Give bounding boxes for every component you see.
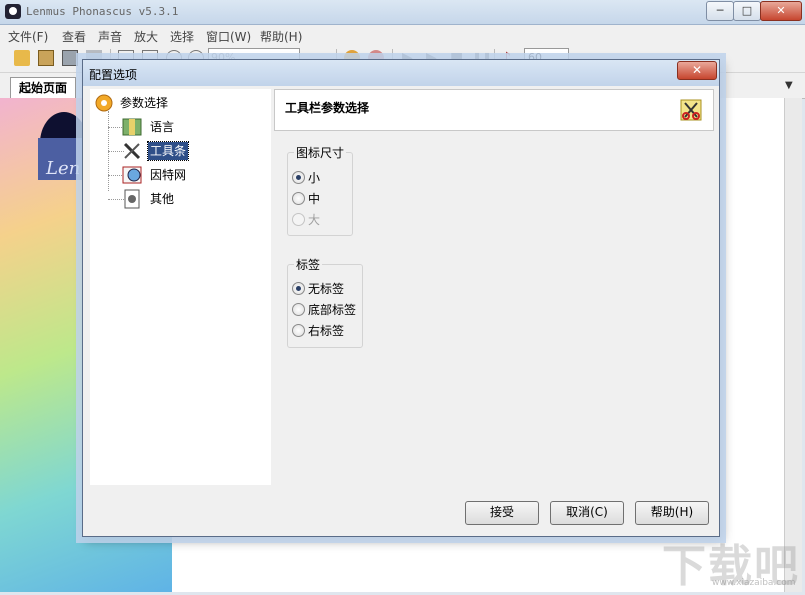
- menu-sound[interactable]: 声音: [98, 28, 122, 45]
- radio-label: 底部标签: [308, 303, 357, 317]
- icon-size-medium-radio[interactable]: 中: [292, 191, 320, 209]
- preferences-dialog: 配置选项 ✕ 参数选择 语言 工具条 因特网 其他 工具栏参数选择 图标尺寸 小…: [82, 59, 720, 537]
- radio-label: 小: [308, 171, 321, 185]
- tab-list-arrow-icon[interactable]: ▼: [785, 80, 793, 91]
- open-folder-icon[interactable]: [14, 50, 30, 66]
- title-bar: Lenmus Phonascus v5.3.1 ─ □ ✕: [0, 0, 805, 25]
- radio-indicator: [292, 303, 305, 316]
- radio-indicator: [292, 192, 305, 205]
- app-icon: [5, 4, 21, 19]
- pane-header: 工具栏参数选择: [274, 89, 714, 131]
- close-button[interactable]: ✕: [760, 1, 802, 21]
- book-icon[interactable]: [38, 50, 54, 66]
- help-button[interactable]: 帮助(H): [635, 501, 709, 525]
- internet-icon: [122, 166, 142, 184]
- radio-label: 中: [308, 192, 321, 206]
- icon-size-large-radio: 大: [292, 212, 320, 230]
- tools-icon: [123, 142, 141, 160]
- tree-item-other[interactable]: 其他: [122, 189, 262, 211]
- radio-indicator: [292, 171, 305, 184]
- radio-indicator: [292, 282, 305, 295]
- accept-button[interactable]: 接受: [465, 501, 539, 525]
- dialog-title: 配置选项: [89, 68, 138, 82]
- toolbar-settings-icon: [680, 99, 702, 121]
- category-tree: 参数选择 语言 工具条 因特网 其他: [90, 89, 271, 485]
- language-map-icon: [122, 118, 142, 136]
- label-none-radio[interactable]: 无标签: [292, 281, 344, 299]
- menu-help[interactable]: 帮助(H): [260, 28, 302, 45]
- vertical-scrollbar[interactable]: [784, 98, 802, 592]
- menu-file[interactable]: 文件(F): [8, 28, 48, 45]
- menu-bar: 文件(F) 查看 声音 放大 选择 窗口(W) 帮助(H): [0, 25, 805, 45]
- menu-view[interactable]: 查看: [62, 28, 86, 45]
- menu-window[interactable]: 窗口(W): [206, 28, 251, 45]
- window-title: Lenmus Phonascus v5.3.1: [26, 5, 179, 18]
- minimize-button[interactable]: ─: [706, 1, 734, 21]
- menu-zoom[interactable]: 放大: [134, 28, 158, 45]
- tree-label-other: 其他: [150, 192, 175, 206]
- icon-size-group: 图标尺寸 小 中 大: [287, 144, 353, 236]
- gear-icon: [95, 94, 113, 112]
- label-group-legend: 标签: [294, 256, 323, 273]
- radio-indicator: [292, 213, 305, 226]
- menu-select[interactable]: 选择: [170, 28, 194, 45]
- watermark-url: www.xiazaiba.com: [712, 578, 796, 588]
- dialog-close-button[interactable]: ✕: [677, 61, 717, 80]
- tree-item-internet[interactable]: 因特网: [122, 165, 262, 187]
- maximize-button[interactable]: □: [733, 1, 761, 21]
- tree-label-language: 语言: [150, 120, 175, 134]
- other-settings-icon: [124, 189, 140, 209]
- icon-size-legend: 图标尺寸: [294, 144, 347, 161]
- tree-label-toolbar: 工具条: [146, 141, 190, 161]
- cancel-button[interactable]: 取消(C): [550, 501, 624, 525]
- icon-size-small-radio[interactable]: 小: [292, 170, 320, 188]
- tree-item-preferences[interactable]: 参数选择: [94, 93, 264, 115]
- tree-item-language[interactable]: 语言: [122, 117, 262, 139]
- radio-label: 右标签: [308, 324, 345, 338]
- label-right-radio[interactable]: 右标签: [292, 323, 344, 341]
- dialog-title-bar: 配置选项 ✕: [83, 60, 719, 86]
- tree-label-preferences: 参数选择: [120, 96, 169, 110]
- logo-text: Len: [46, 158, 81, 179]
- radio-indicator: [292, 324, 305, 337]
- label-group: 标签 无标签 底部标签 右标签: [287, 256, 363, 348]
- pane-title: 工具栏参数选择: [285, 101, 370, 115]
- label-bottom-radio[interactable]: 底部标签: [292, 302, 356, 320]
- save-icon[interactable]: [62, 50, 78, 66]
- tree-item-toolbar[interactable]: 工具条: [122, 141, 262, 163]
- tab-start-page[interactable]: 起始页面: [10, 77, 77, 98]
- radio-label: 大: [308, 213, 321, 227]
- radio-label: 无标签: [308, 282, 345, 296]
- tree-label-internet: 因特网: [150, 168, 187, 182]
